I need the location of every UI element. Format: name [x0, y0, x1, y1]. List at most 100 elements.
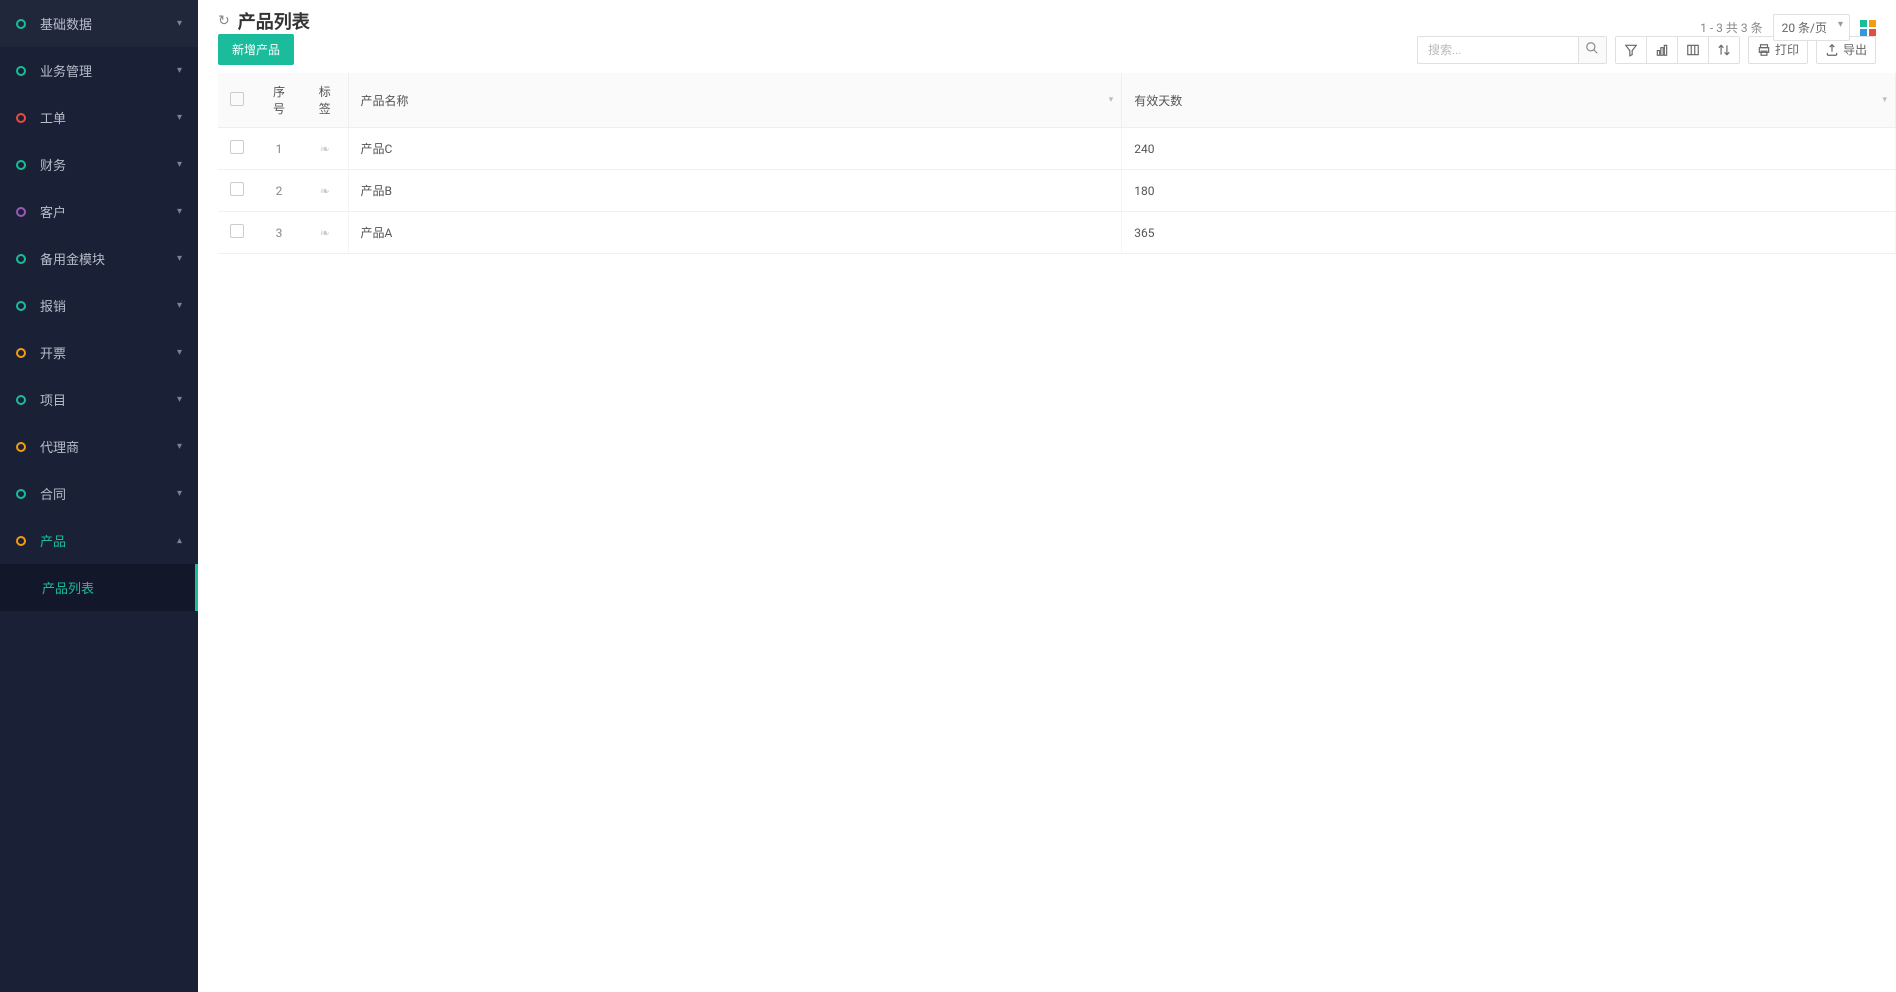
circle-icon [16, 489, 26, 499]
sidebar-label: 代理商 [40, 437, 177, 456]
print-icon [1757, 43, 1771, 57]
row-checkbox[interactable] [218, 212, 256, 254]
row-checkbox[interactable] [218, 128, 256, 170]
action-row: 新增产品 打印 导出 [198, 34, 1896, 73]
product-table: 序号 标签 产品名称 ▾ 有效天数 ▾ 1 ❧ 产品C 240 2 ❧ [218, 73, 1896, 254]
row-checkbox[interactable] [218, 170, 256, 212]
sidebar-label: 合同 [40, 484, 177, 503]
chevron-down-icon: ▾ [177, 300, 182, 311]
columns-icon [1686, 43, 1700, 57]
sidebar-item-basic-data[interactable]: 基础数据 ▾ [0, 0, 198, 47]
row-index: 1 [256, 128, 302, 170]
grid-apps-icon[interactable] [1860, 20, 1876, 36]
sort-icon [1717, 43, 1731, 57]
row-name: 产品B [348, 170, 1122, 212]
sidebar: 基础数据 ▾ 业务管理 ▾ 工单 ▾ 财务 ▾ 客户 ▾ 备用金模块 ▾ 报销 … [0, 0, 198, 992]
sidebar-label: 财务 [40, 155, 177, 174]
pagination-info: 1 - 3 共 3 条 [1700, 19, 1762, 36]
filter-icon [1624, 43, 1638, 57]
sidebar-item-product[interactable]: 产品 ▾ [0, 517, 198, 564]
add-product-button[interactable]: 新增产品 [218, 34, 294, 65]
row-tag[interactable]: ❧ [302, 128, 348, 170]
header-checkbox[interactable] [218, 73, 256, 128]
table-row[interactable]: 1 ❧ 产品C 240 [218, 128, 1896, 170]
sidebar-label: 工单 [40, 108, 177, 127]
chevron-down-icon: ▾ [177, 488, 182, 499]
table-row[interactable]: 2 ❧ 产品B 180 [218, 170, 1896, 212]
page-title: 产品列表 [238, 8, 310, 34]
sidebar-label: 项目 [40, 390, 177, 409]
chevron-down-icon: ▾ [177, 253, 182, 264]
sort-arrow-icon: ▾ [1109, 95, 1114, 105]
sidebar-item-finance[interactable]: 财务 ▾ [0, 141, 198, 188]
content-area: 1 - 3 共 3 条 20 条/页 ↻ 产品列表 新增产品 [198, 0, 1896, 992]
refresh-icon[interactable]: ↻ [218, 13, 230, 29]
search-icon [1585, 41, 1599, 55]
table-wrap: 序号 标签 产品名称 ▾ 有效天数 ▾ 1 ❧ 产品C 240 2 ❧ [198, 73, 1896, 992]
circle-icon [16, 254, 26, 264]
sidebar-item-customer[interactable]: 客户 ▾ [0, 188, 198, 235]
search-button[interactable] [1578, 37, 1606, 63]
circle-icon [16, 160, 26, 170]
row-days: 180 [1122, 170, 1896, 212]
chevron-down-icon: ▾ [177, 159, 182, 170]
sidebar-item-business[interactable]: 业务管理 ▾ [0, 47, 198, 94]
row-tag[interactable]: ❧ [302, 212, 348, 254]
tag-icon: ❧ [320, 184, 330, 198]
sidebar-item-reserve[interactable]: 备用金模块 ▾ [0, 235, 198, 282]
tag-icon: ❧ [320, 142, 330, 156]
row-days: 365 [1122, 212, 1896, 254]
page-header: ↻ 产品列表 [198, 0, 1896, 34]
chevron-down-icon: ▾ [177, 347, 182, 358]
row-days: 240 [1122, 128, 1896, 170]
sidebar-item-worksheet[interactable]: 工单 ▾ [0, 94, 198, 141]
circle-icon [16, 66, 26, 76]
circle-icon [16, 301, 26, 311]
sidebar-label: 报销 [40, 296, 177, 315]
header-days[interactable]: 有效天数 ▾ [1122, 73, 1896, 128]
chevron-down-icon: ▾ [177, 65, 182, 76]
export-icon [1825, 43, 1839, 57]
sidebar-item-project[interactable]: 项目 ▾ [0, 376, 198, 423]
row-tag[interactable]: ❧ [302, 170, 348, 212]
chevron-up-icon: ▾ [177, 535, 182, 546]
chart-icon [1655, 43, 1669, 57]
sidebar-subitem-label: 产品列表 [42, 582, 94, 597]
chart-button[interactable] [1646, 36, 1677, 64]
sidebar-label: 客户 [40, 202, 177, 221]
circle-icon [16, 395, 26, 405]
sidebar-item-agent[interactable]: 代理商 ▾ [0, 423, 198, 470]
sidebar-label: 备用金模块 [40, 249, 177, 268]
chevron-down-icon: ▾ [177, 18, 182, 29]
circle-icon [16, 113, 26, 123]
header-name[interactable]: 产品名称 ▾ [348, 73, 1122, 128]
chevron-down-icon: ▾ [177, 112, 182, 123]
filter-button[interactable] [1615, 36, 1646, 64]
circle-icon [16, 207, 26, 217]
row-index: 3 [256, 212, 302, 254]
sort-arrow-icon: ▾ [1882, 95, 1887, 105]
chevron-down-icon: ▾ [177, 441, 182, 452]
circle-icon [16, 442, 26, 452]
sidebar-label: 产品 [40, 531, 177, 550]
header-tag[interactable]: 标签 [302, 73, 348, 128]
sidebar-item-reimburse[interactable]: 报销 ▾ [0, 282, 198, 329]
page-size-select[interactable]: 20 条/页 [1773, 14, 1850, 41]
circle-icon [16, 348, 26, 358]
sidebar-item-invoice[interactable]: 开票 ▾ [0, 329, 198, 376]
table-row[interactable]: 3 ❧ 产品A 365 [218, 212, 1896, 254]
sidebar-label: 基础数据 [40, 14, 177, 33]
circle-icon [16, 536, 26, 546]
header-index[interactable]: 序号 [256, 73, 302, 128]
search-wrap [1417, 36, 1607, 64]
sidebar-subitem-product-list[interactable]: 产品列表 [0, 564, 198, 611]
sidebar-label: 业务管理 [40, 61, 177, 80]
circle-icon [16, 19, 26, 29]
sidebar-label: 开票 [40, 343, 177, 362]
chevron-down-icon: ▾ [177, 394, 182, 405]
top-pagination: 1 - 3 共 3 条 20 条/页 [1700, 14, 1876, 41]
row-index: 2 [256, 170, 302, 212]
row-name: 产品C [348, 128, 1122, 170]
tag-icon: ❧ [320, 226, 330, 240]
sidebar-item-contract[interactable]: 合同 ▾ [0, 470, 198, 517]
